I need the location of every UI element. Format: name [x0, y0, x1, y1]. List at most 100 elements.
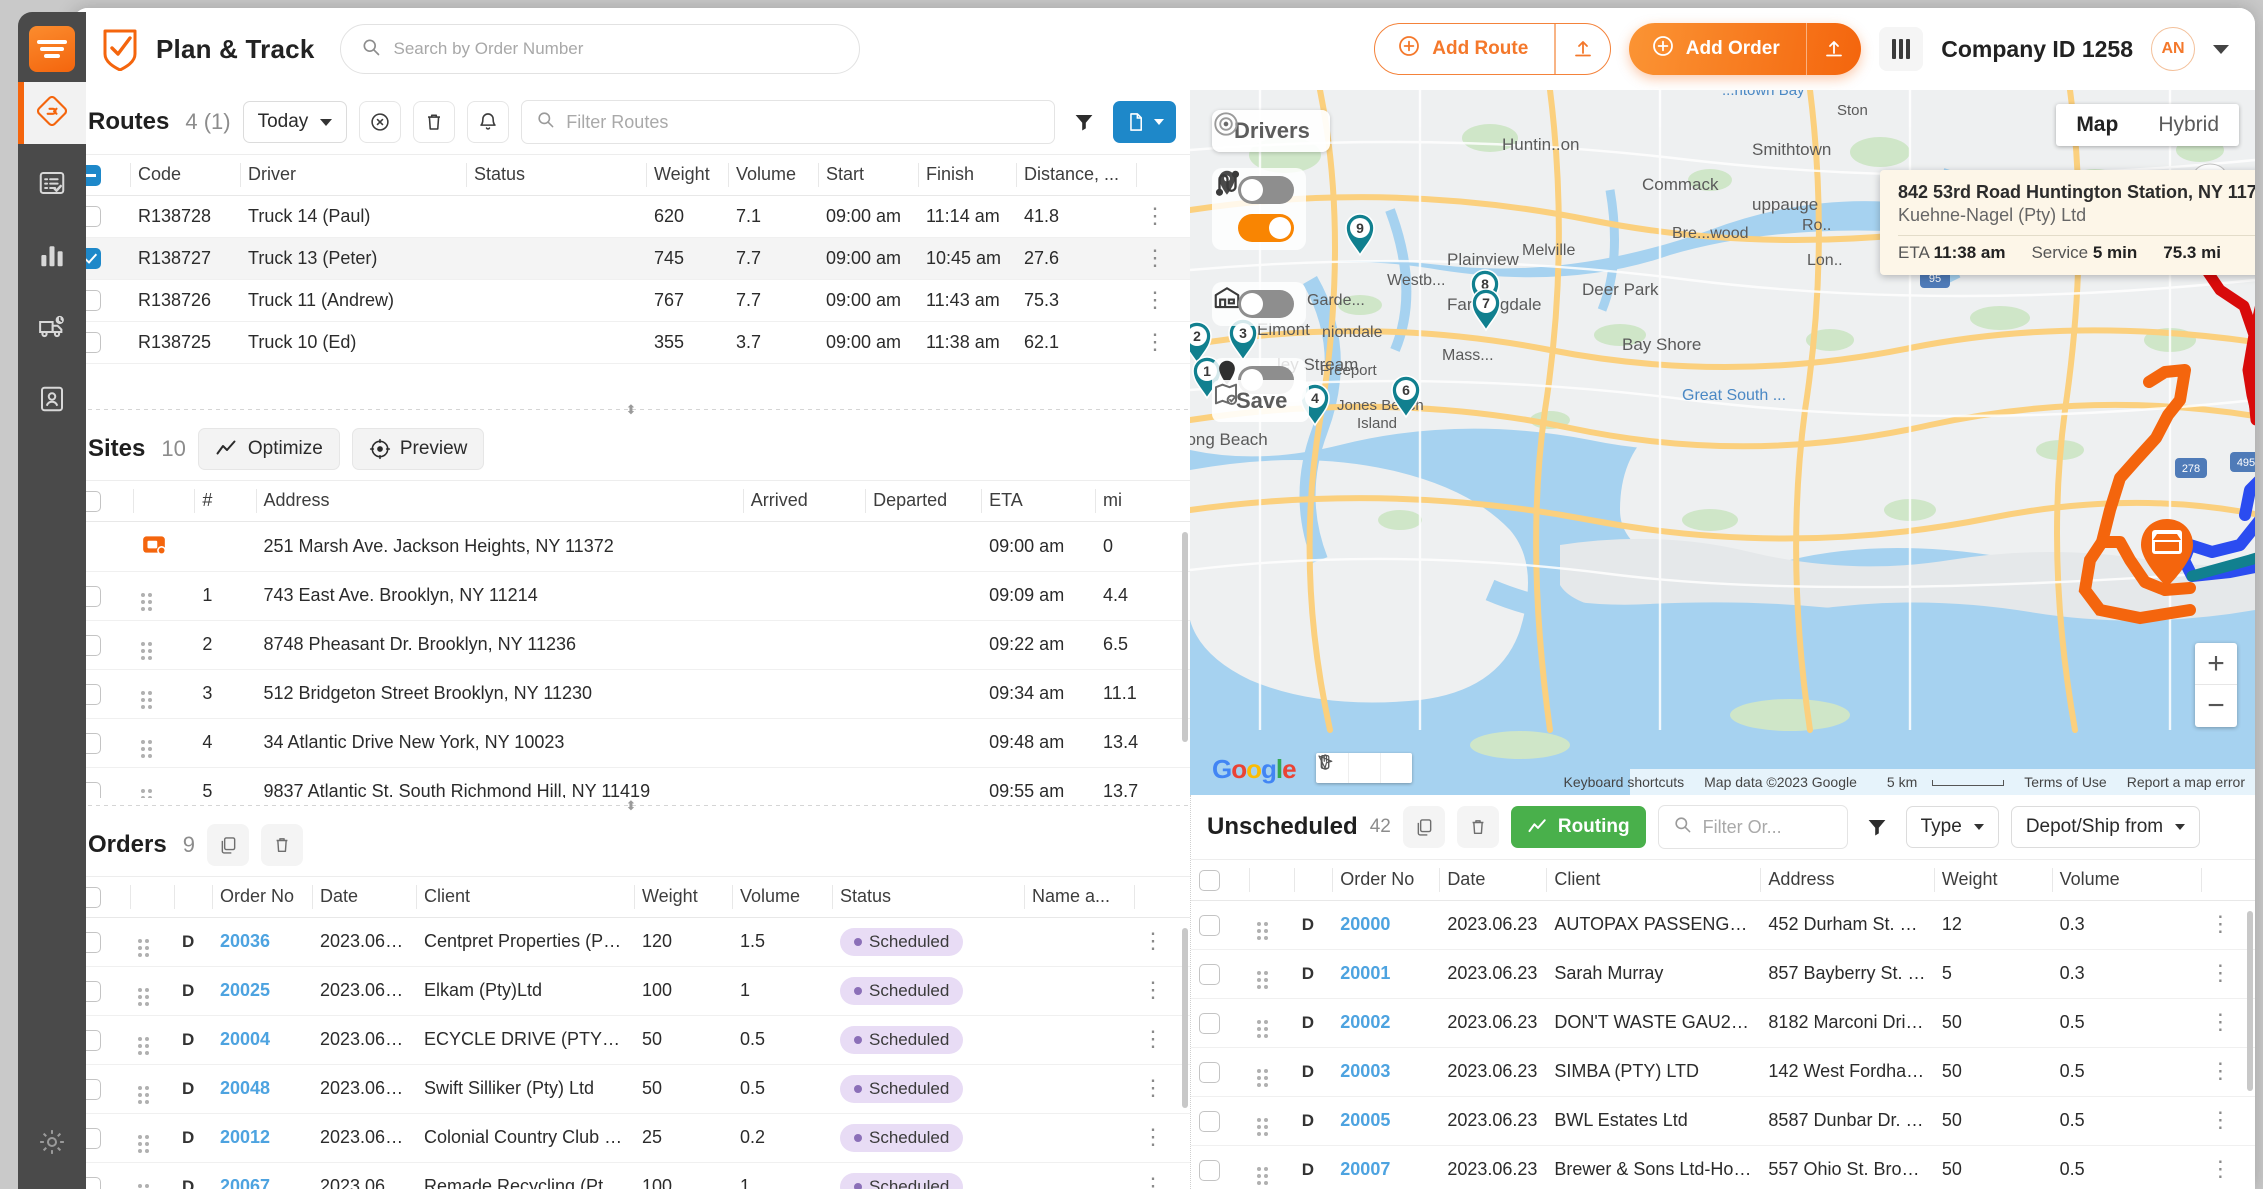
- table-row[interactable]: D 20005 2023.06.23 BWL Estates Ltd 8587 Dunb…: [1191, 1096, 2255, 1146]
- row-menu-button[interactable]: ⋮: [1142, 928, 1164, 953]
- order-link[interactable]: 20012: [220, 1127, 270, 1147]
- table-row[interactable]: 5 9837 Atlantic St. South Richmond Hill, …: [72, 767, 1190, 798]
- table-row[interactable]: D 20025 2023.06.23 Elkam (Pty)Ltd 100 1 Schedu…: [72, 966, 1190, 1016]
- order-link[interactable]: 20036: [220, 931, 270, 951]
- row-checkbox[interactable]: [1199, 914, 1220, 936]
- chevron-down-icon[interactable]: [2213, 44, 2229, 54]
- order-link[interactable]: 20048: [220, 1078, 270, 1098]
- table-row[interactable]: R138725 Truck 10 (Ed) 355 3.7 09:00 am 11:38 …: [72, 321, 1190, 364]
- optimize-button[interactable]: Optimize: [197, 428, 340, 470]
- routes-filter-box[interactable]: [521, 100, 1055, 144]
- drag-handle[interactable]: [1256, 1117, 1268, 1136]
- add-route-button[interactable]: Add Route: [1374, 23, 1611, 75]
- map-canvas[interactable]: 95 278 495 495 495 303 25A 106 25 27: [1190, 90, 2255, 795]
- table-row[interactable]: R138726 Truck 11 (Andrew) 767 7.7 09:00 am 11…: [72, 279, 1190, 322]
- table-row[interactable]: D 20012 2023.06.23 Colonial Country Club In…: [72, 1113, 1190, 1163]
- sidebar-item-settings[interactable]: [18, 1113, 86, 1175]
- select-rect-icon[interactable]: [1320, 753, 1380, 783]
- drag-handle[interactable]: [141, 641, 153, 660]
- unscheduled-filter-box[interactable]: [1657, 805, 1848, 849]
- terms-of-use-link[interactable]: Terms of Use: [2014, 774, 2116, 790]
- drivers-toggle-chip[interactable]: Drivers: [1212, 110, 1330, 152]
- orders-col-client[interactable]: Client: [416, 876, 634, 918]
- row-checkbox[interactable]: [1199, 1159, 1220, 1181]
- order-link[interactable]: 20067: [220, 1176, 270, 1189]
- routing-button[interactable]: Routing: [1510, 806, 1646, 848]
- drag-handle[interactable]: [1256, 921, 1268, 940]
- row-checkbox[interactable]: [1199, 1061, 1220, 1083]
- splitter-handle[interactable]: ⬍: [620, 402, 642, 418]
- export-routes-button[interactable]: [1113, 101, 1176, 143]
- stops-toggle[interactable]: [1238, 176, 1294, 204]
- drag-handle[interactable]: [1256, 970, 1268, 989]
- row-menu-button[interactable]: ⋮: [1142, 1075, 1164, 1100]
- routes-col-driver[interactable]: Driver: [240, 154, 466, 196]
- table-row[interactable]: R138727 Truck 13 (Peter) 745 7.7 09:00 am 10:…: [72, 237, 1190, 280]
- orders-col-date[interactable]: Date: [312, 876, 416, 918]
- row-menu-button[interactable]: ⋮: [1142, 1026, 1164, 1051]
- sidebar-item-drivers[interactable]: [18, 370, 86, 432]
- delete-unscheduled-button[interactable]: [1456, 806, 1499, 848]
- table-row[interactable]: D 20003 2023.06.23 SIMBA (PTY) LTD 142 West …: [1191, 1047, 2255, 1097]
- orders-col-status[interactable]: Status: [832, 876, 1024, 918]
- keyboard-shortcuts-link[interactable]: Keyboard shortcuts: [1554, 774, 1695, 790]
- routes-col-finish[interactable]: Finish: [918, 154, 1016, 196]
- drag-handle[interactable]: [1256, 1166, 1268, 1185]
- save-map-button[interactable]: Save: [1212, 380, 1310, 422]
- order-link[interactable]: 20003: [1340, 1061, 1390, 1081]
- sites-col-eta[interactable]: ETA: [981, 480, 1096, 522]
- import-orders-button[interactable]: [1807, 23, 1861, 75]
- table-row[interactable]: D 20000 2023.06.23 AUTOPAX PASSENGER ... 452…: [1191, 900, 2255, 950]
- routes-col-distance[interactable]: Distance, ...: [1016, 154, 1136, 196]
- unscheduled-col-weight[interactable]: Weight: [1933, 859, 2052, 901]
- table-row[interactable]: 3 512 Bridgeton Street Brooklyn, NY 11230…: [72, 669, 1190, 719]
- table-row[interactable]: 4 34 Atlantic Drive New York, NY 10023 09:…: [72, 718, 1190, 768]
- order-link[interactable]: 20025: [220, 980, 270, 1000]
- row-menu-button[interactable]: ⋮: [2209, 1009, 2231, 1034]
- sidebar-item-analytics[interactable]: [18, 226, 86, 288]
- preview-button[interactable]: Preview: [351, 428, 485, 470]
- row-menu-button[interactable]: ⋮: [2209, 911, 2231, 936]
- map-type-hybrid[interactable]: Hybrid: [2138, 104, 2239, 146]
- sidebar-item-plan-track[interactable]: [18, 82, 86, 144]
- drag-handle[interactable]: [138, 938, 149, 957]
- sites-orders-splitter[interactable]: ⬍: [72, 798, 1190, 814]
- sites-col-departed[interactable]: Departed: [865, 480, 982, 522]
- import-routes-button[interactable]: [1556, 24, 1610, 74]
- zoom-in-button[interactable]: +: [2195, 643, 2237, 685]
- sites-col-mi[interactable]: mi: [1095, 480, 1190, 522]
- row-checkbox[interactable]: [1199, 1110, 1220, 1132]
- table-row[interactable]: 2 8748 Pheasant Dr. Brooklyn, NY 11236 09:…: [72, 620, 1190, 670]
- drag-handle[interactable]: [138, 987, 149, 1006]
- orders-scrollbar[interactable]: [1182, 928, 1188, 1108]
- sites-col-address[interactable]: Address: [255, 480, 743, 522]
- search-box[interactable]: [340, 24, 861, 74]
- table-row[interactable]: 251 Marsh Ave. Jackson Heights, NY 11372…: [72, 521, 1190, 572]
- add-order-button[interactable]: Add Order: [1628, 23, 1862, 75]
- columns-button[interactable]: [1879, 27, 1924, 71]
- routes-funnel-button[interactable]: [1067, 105, 1101, 139]
- row-menu-button[interactable]: ⋮: [2209, 1107, 2231, 1132]
- routes-col-volume[interactable]: Volume: [728, 154, 818, 196]
- table-row[interactable]: D 20002 2023.06.23 DON'T WASTE GAU2 (PT... 8…: [1191, 998, 2255, 1048]
- search-input[interactable]: [393, 39, 840, 59]
- table-row[interactable]: D 20036 2023.06.23 Centpret Properties (Pty…: [72, 917, 1190, 967]
- drag-handle[interactable]: [141, 739, 153, 758]
- row-menu-button[interactable]: ⋮: [1144, 245, 1166, 270]
- unscheduled-col-volume[interactable]: Volume: [2051, 859, 2202, 901]
- table-row[interactable]: D 20001 2023.06.23 Sarah Murray 857 Bayberry…: [1191, 949, 2255, 999]
- routes-toggle[interactable]: [1238, 214, 1294, 242]
- clear-selection-button[interactable]: [359, 101, 402, 143]
- unscheduled-filter-input[interactable]: [1702, 816, 1833, 838]
- unscheduled-funnel-button[interactable]: [1860, 810, 1894, 844]
- copy-orders-button[interactable]: [206, 824, 249, 866]
- row-menu-button[interactable]: ⋮: [1144, 287, 1166, 312]
- depots-toggle[interactable]: [1238, 290, 1294, 318]
- drag-handle[interactable]: [1256, 1019, 1268, 1038]
- delete-orders-button[interactable]: [260, 824, 303, 866]
- drag-handle[interactable]: [1256, 1068, 1268, 1087]
- unscheduled-col-address[interactable]: Address: [1760, 859, 1934, 901]
- row-menu-button[interactable]: ⋮: [2209, 960, 2231, 985]
- unscheduled-scrollbar[interactable]: [2247, 911, 2253, 1091]
- unscheduled-col-date[interactable]: Date: [1439, 859, 1547, 901]
